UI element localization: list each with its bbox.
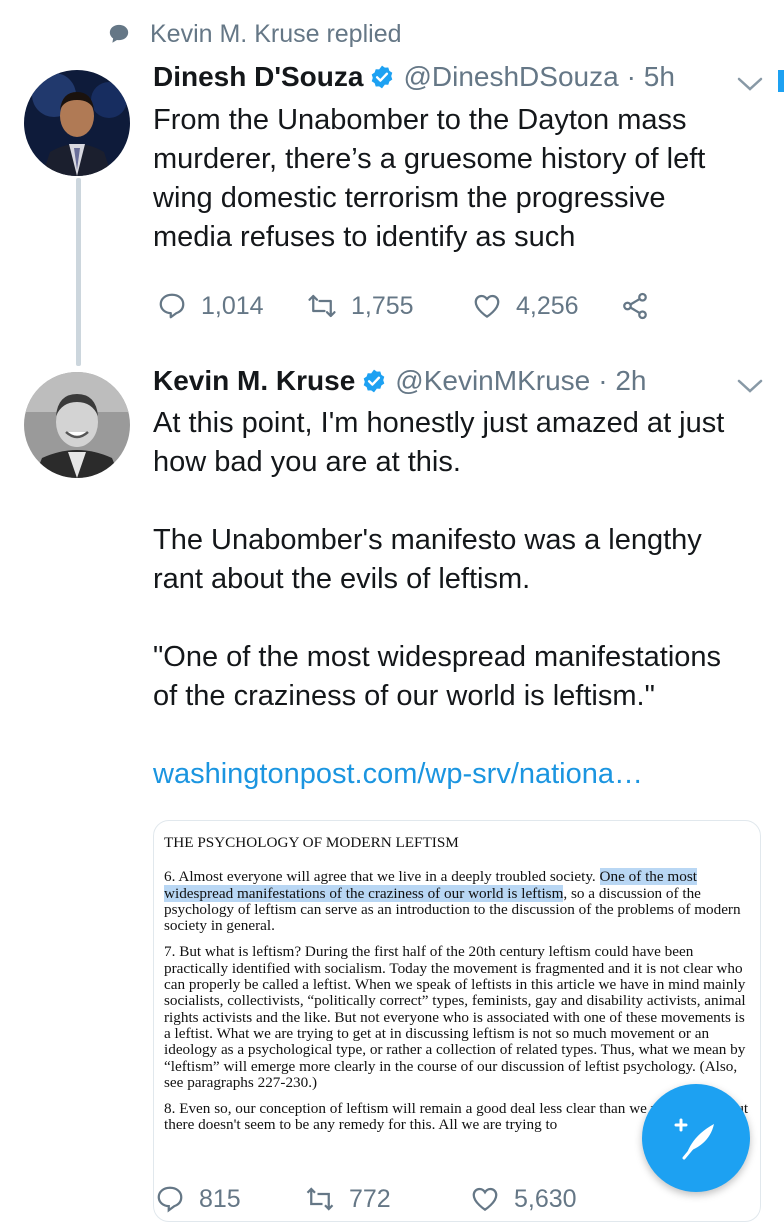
document-paragraph-6: 6. Almost everyone will agree that we li…	[164, 868, 750, 934]
verified-badge-icon	[363, 369, 385, 393]
reply-context-text: Kevin M. Kruse replied	[150, 19, 402, 48]
like-button[interactable]: 5,630	[470, 1184, 618, 1214]
reply-button[interactable]: 815	[155, 1184, 305, 1214]
retweet-count: 772	[349, 1184, 391, 1213]
like-count: 5,630	[514, 1184, 577, 1213]
tweet2-header: Kevin M. Kruse @KevinMKruse · 2h	[153, 365, 646, 397]
scroll-indicator	[778, 70, 784, 92]
retweet-count: 1,755	[351, 291, 414, 320]
share-button[interactable]	[620, 291, 664, 321]
tweet1-timestamp[interactable]: · 5h	[627, 61, 675, 93]
speech-bubble-icon	[109, 24, 129, 43]
reply-context: Kevin M. Kruse replied	[108, 18, 402, 50]
reply-count: 815	[199, 1184, 241, 1213]
verified-badge-icon	[372, 65, 393, 89]
chevron-down-icon[interactable]	[737, 378, 763, 394]
chevron-down-icon[interactable]	[737, 76, 763, 92]
compose-feather-icon	[674, 1118, 714, 1160]
avatar-photo	[24, 70, 130, 176]
tweet2-author-name[interactable]: Kevin M. Kruse	[153, 365, 355, 397]
retweet-button[interactable]: 1,755	[307, 291, 472, 321]
tweet2-text: At this point, I'm honestly just amazed …	[153, 407, 725, 712]
tweet1-author-name[interactable]: Dinesh D'Souza	[153, 61, 363, 93]
reply-icon	[159, 293, 185, 319]
retweet-button[interactable]: 772	[305, 1184, 470, 1214]
reply-count: 1,014	[201, 291, 264, 320]
document-excerpt: THE PSYCHOLOGY OF MODERN LEFTISM 6. Almo…	[154, 821, 760, 1134]
heart-icon	[474, 294, 500, 318]
avatar-photo	[24, 372, 130, 478]
tweet1-actions: 1,014 1,755 4,256	[157, 291, 664, 321]
document-paragraph-7: 7. But what is leftism? During the first…	[164, 943, 746, 1091]
tweet1-text: From the Unabomber to the Dayton mass mu…	[153, 104, 706, 253]
avatar-dinesh[interactable]	[24, 70, 130, 176]
tweet2-handle[interactable]: @KevinMKruse	[395, 365, 590, 397]
like-count: 4,256	[516, 291, 579, 320]
tweet2-actions: 815 772 5,630	[155, 1184, 675, 1214]
tweet2-link[interactable]: washingtonpost.com/wp-srv/nationa…	[153, 758, 643, 791]
compose-tweet-button[interactable]	[642, 1084, 750, 1192]
thread-connector-line	[76, 178, 81, 366]
p6-lead-text: 6. Almost everyone will agree that we li…	[164, 868, 600, 886]
reply-button[interactable]: 1,014	[157, 291, 307, 321]
tweet1-header: Dinesh D'Souza @DineshDSouza · 5h	[153, 61, 675, 93]
avatar-kevin[interactable]	[24, 372, 130, 478]
tweet2-timestamp[interactable]: · 2h	[598, 365, 646, 397]
retweet-icon	[308, 294, 336, 318]
like-button[interactable]: 4,256	[472, 291, 620, 321]
reply-icon	[157, 1186, 183, 1213]
heart-icon	[472, 1187, 498, 1211]
tweet1-handle[interactable]: @DineshDSouza	[403, 61, 618, 93]
document-title: THE PSYCHOLOGY OF MODERN LEFTISM	[164, 834, 459, 851]
retweet-icon	[306, 1187, 334, 1211]
share-icon	[623, 292, 647, 320]
